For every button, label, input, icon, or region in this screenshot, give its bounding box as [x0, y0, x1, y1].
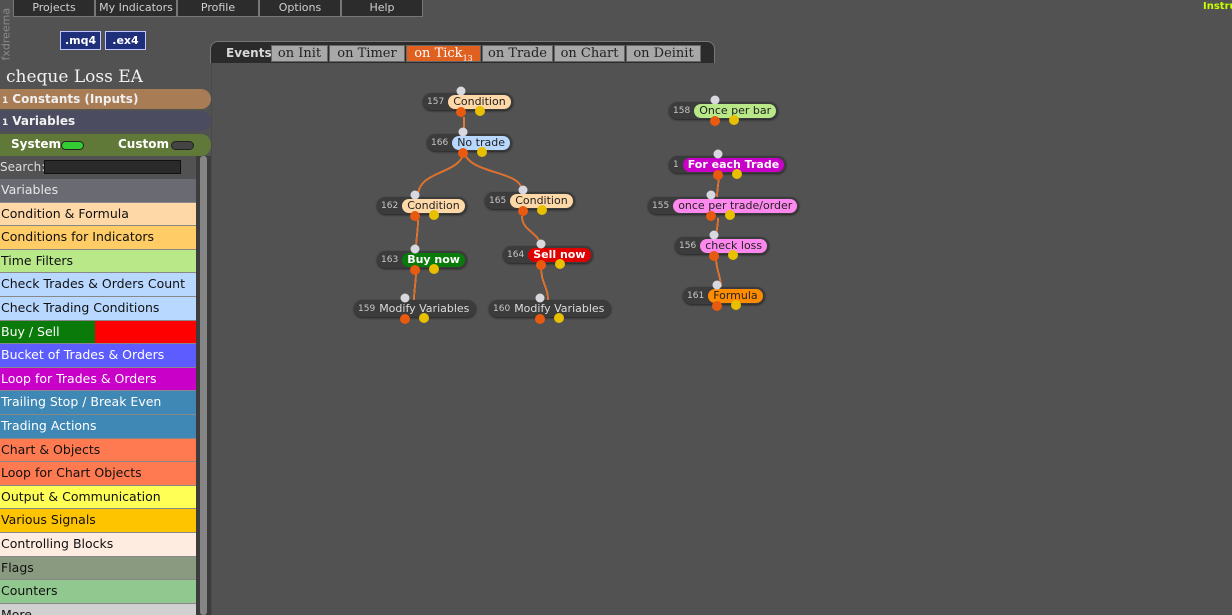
output-port-true[interactable]: [713, 170, 723, 180]
input-port[interactable]: [456, 86, 466, 96]
output-port-true[interactable]: [410, 265, 420, 275]
block-ports: [400, 86, 742, 324]
output-port-false[interactable]: [728, 250, 738, 260]
output-port-true[interactable]: [706, 211, 716, 221]
output-port-false[interactable]: [419, 313, 429, 323]
output-port-true[interactable]: [536, 260, 546, 270]
input-port[interactable]: [400, 293, 410, 303]
input-port[interactable]: [706, 190, 716, 200]
output-port-false[interactable]: [475, 106, 485, 116]
output-port-true[interactable]: [400, 314, 410, 324]
output-port-false[interactable]: [537, 205, 547, 215]
output-port-true[interactable]: [518, 206, 528, 216]
input-port[interactable]: [518, 185, 528, 195]
output-port-true[interactable]: [456, 107, 466, 117]
output-port-false[interactable]: [554, 313, 564, 323]
output-port-false[interactable]: [477, 147, 487, 157]
output-port-false[interactable]: [725, 210, 735, 220]
input-port[interactable]: [410, 190, 420, 200]
input-port[interactable]: [712, 280, 722, 290]
input-port[interactable]: [709, 230, 719, 240]
output-port-true[interactable]: [710, 116, 720, 126]
input-port[interactable]: [713, 149, 723, 159]
output-port-false[interactable]: [732, 169, 742, 179]
input-port[interactable]: [410, 244, 420, 254]
output-port-true[interactable]: [410, 211, 420, 221]
output-port-true[interactable]: [458, 148, 468, 158]
output-port-true[interactable]: [712, 301, 722, 311]
output-port-false[interactable]: [555, 259, 565, 269]
output-port-false[interactable]: [429, 210, 439, 220]
input-port[interactable]: [710, 95, 720, 105]
output-port-false[interactable]: [731, 300, 741, 310]
input-port[interactable]: [536, 239, 546, 249]
output-port-true[interactable]: [709, 251, 719, 261]
output-port-true[interactable]: [535, 314, 545, 324]
input-port[interactable]: [458, 127, 468, 137]
input-port[interactable]: [535, 293, 545, 303]
output-port-false[interactable]: [729, 115, 739, 125]
output-port-false[interactable]: [429, 264, 439, 274]
